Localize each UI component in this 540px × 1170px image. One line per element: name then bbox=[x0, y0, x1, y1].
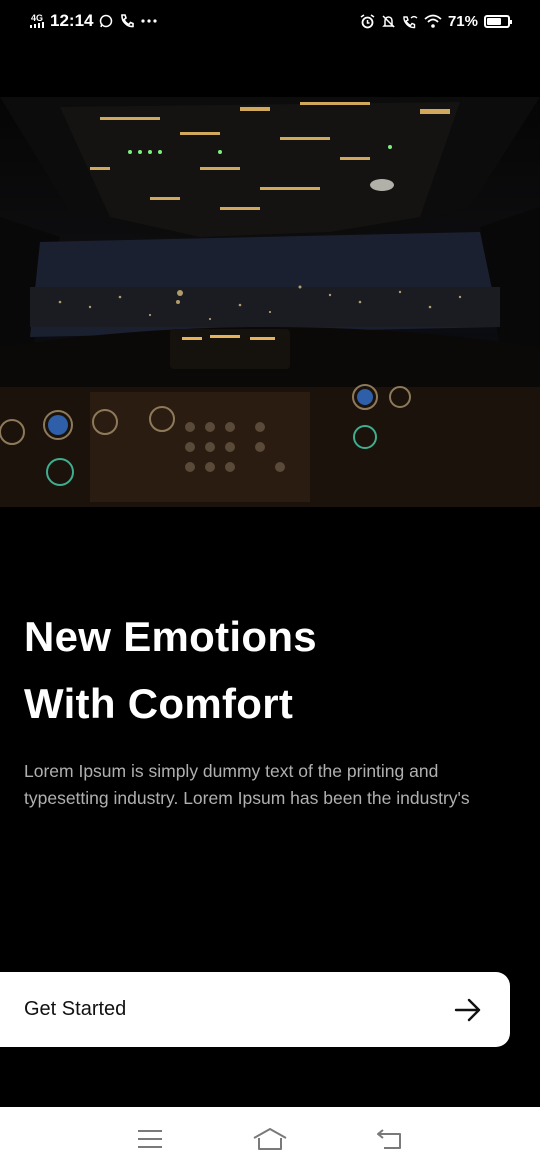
call-icon bbox=[119, 13, 135, 29]
cockpit-illustration bbox=[0, 97, 540, 507]
home-icon[interactable] bbox=[245, 1119, 295, 1159]
status-bar: 4G 12:14 71% bbox=[0, 0, 540, 42]
headline: New Emotions With Comfort bbox=[24, 603, 504, 737]
wifi-icon bbox=[424, 14, 442, 28]
battery-icon bbox=[484, 14, 512, 28]
whatsapp-icon bbox=[99, 14, 113, 28]
get-started-label: Get Started bbox=[24, 998, 127, 1020]
hero-image bbox=[0, 97, 540, 507]
network-icon: 4G bbox=[30, 14, 44, 28]
headline-line-2: With Comfort bbox=[24, 680, 294, 727]
arrow-right-icon bbox=[454, 998, 482, 1022]
alarm-icon bbox=[360, 13, 375, 29]
network-label: 4G bbox=[30, 13, 43, 23]
battery-fill bbox=[487, 17, 501, 25]
more-icon bbox=[141, 19, 158, 23]
description-text: Lorem Ipsum is simply dummy text of the … bbox=[24, 761, 470, 808]
wifi-calling-icon bbox=[402, 14, 418, 29]
back-icon[interactable] bbox=[365, 1119, 415, 1159]
status-right: 71% bbox=[360, 12, 512, 30]
menu-icon[interactable] bbox=[125, 1119, 175, 1159]
headline-line-1: New Emotions bbox=[24, 613, 317, 660]
status-left: 4G 12:14 bbox=[30, 11, 158, 31]
get-started-button[interactable]: Get Started bbox=[0, 972, 510, 1047]
battery-percent: 71% bbox=[447, 12, 478, 30]
mute-icon bbox=[381, 14, 396, 29]
status-time: 12:14 bbox=[50, 11, 94, 30]
system-nav-bar bbox=[0, 1107, 540, 1170]
